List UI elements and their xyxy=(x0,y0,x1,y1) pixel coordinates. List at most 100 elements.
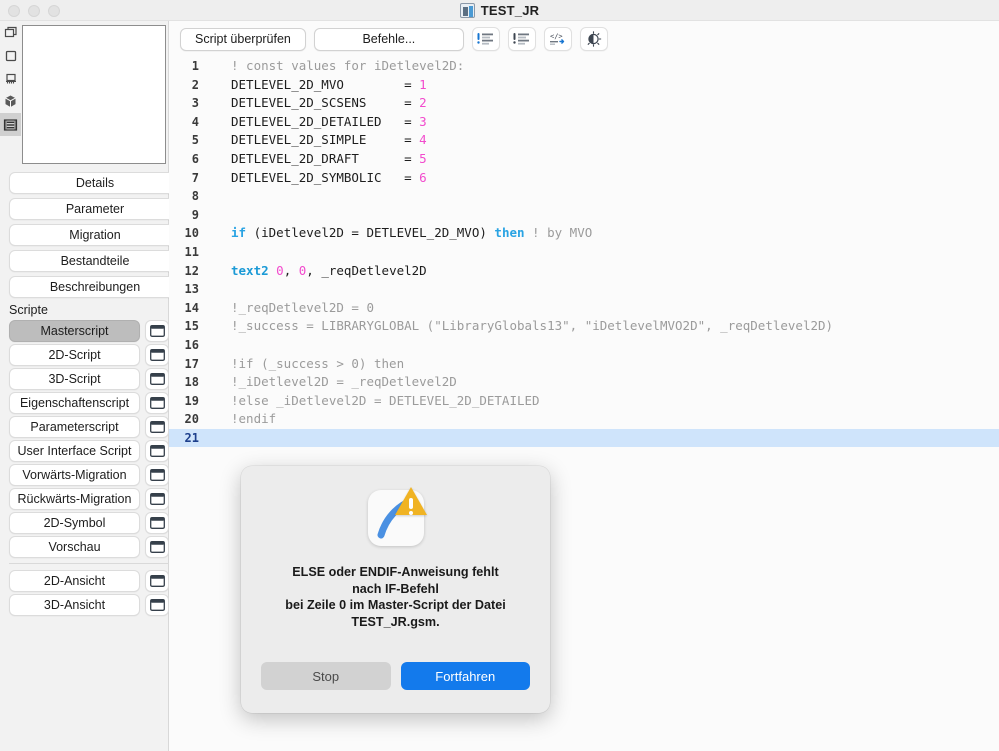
gdl-object-icon xyxy=(459,3,475,18)
code-line[interactable]: 5 DETLEVEL_2D_SIMPLE = 4 xyxy=(169,131,999,150)
line-number: 1 xyxy=(191,59,199,73)
warning-exclamation-bar xyxy=(408,498,413,509)
code-line[interactable]: 16 xyxy=(169,336,999,355)
code-line[interactable]: 13 xyxy=(169,280,999,299)
script-button-vorwaerts-migration[interactable]: Vorwärts-Migration xyxy=(9,464,140,486)
view-button-3d-ansicht[interactable]: 3D-Ansicht xyxy=(9,594,140,616)
code-line[interactable]: 9 xyxy=(169,206,999,225)
open-window-button-3d-ansicht[interactable] xyxy=(145,594,169,616)
check-script-label: Script überprüfen xyxy=(195,32,291,46)
stop-button[interactable]: Stop xyxy=(261,662,391,690)
code-line[interactable]: 20 !endif xyxy=(169,410,999,429)
script-row-2d-symbol: 2D-Symbol xyxy=(9,512,169,534)
code-line[interactable]: 14 !_reqDetlevel2D = 0 xyxy=(169,299,999,318)
script-button-3d-script[interactable]: 3D-Script xyxy=(9,368,140,390)
commands-button[interactable]: Befehle... xyxy=(313,27,464,51)
panel-button-migration[interactable]: Migration xyxy=(9,224,181,246)
errors-list-icon[interactable] xyxy=(507,27,536,51)
rail-item-film[interactable] xyxy=(0,113,21,136)
warnings-list-icon[interactable] xyxy=(471,27,500,51)
rail-item-shape[interactable] xyxy=(0,44,21,67)
code-token-plain: = xyxy=(381,169,420,185)
code-line[interactable]: 11 xyxy=(169,243,999,262)
code-line[interactable]: 18 !_iDetlevel2D = _reqDetlevel2D xyxy=(169,373,999,392)
script-button-masterscript[interactable]: Masterscript xyxy=(9,320,140,342)
open-window-button-2d-ansicht[interactable] xyxy=(145,570,169,592)
script-button-label: 2D-Script xyxy=(48,348,101,362)
code-token-plain: (iDetlevel2D = DETLEVEL_2D_MVO) xyxy=(246,225,495,241)
object-settings-panel: Details Parameter Migration Bestandteile… xyxy=(9,21,181,751)
panel-button-label: Details xyxy=(75,176,115,190)
script-button-vorschau[interactable]: Vorschau xyxy=(9,536,140,558)
script-row-3d-script: 3D-Script xyxy=(9,368,169,390)
code-line[interactable]: 8 xyxy=(169,187,999,206)
line-number: 12 xyxy=(184,263,199,278)
script-button-parameterscript[interactable]: Parameterscript xyxy=(9,416,140,438)
code-line[interactable]: 19 !else _iDetlevel2D = DETLEVEL_2D_DETAI… xyxy=(169,392,999,411)
code-line[interactable]: 12 text2 0, 0, _reqDetlevel2D xyxy=(169,262,999,281)
error-message-line-4: TEST_JR.gsm. xyxy=(351,614,440,629)
code-text: DETLEVEL_2D_DRAFT = 5 xyxy=(209,150,999,169)
script-button-label: Eigenschaftenscript xyxy=(19,396,130,410)
rail-item-select[interactable] xyxy=(0,21,21,44)
line-number: 9 xyxy=(191,207,199,222)
open-window-button-vorwaerts-migration[interactable] xyxy=(145,464,169,486)
line-number: 5 xyxy=(191,133,199,148)
code-line[interactable]: 15 !_success = LIBRARYGLOBAL ("LibraryGlo… xyxy=(169,317,999,336)
view-button-2d-ansicht[interactable]: 2D-Ansicht xyxy=(9,570,140,592)
line-number: 10 xyxy=(184,226,199,241)
open-window-button-parameterscript[interactable] xyxy=(145,416,169,438)
script-button-user-interface-script[interactable]: User Interface Script xyxy=(9,440,140,462)
object-preview[interactable] xyxy=(22,25,166,164)
code-line[interactable]: 7 DETLEVEL_2D_SYMBOLIC = 6 xyxy=(169,169,999,188)
code-token-kw: then xyxy=(494,225,525,241)
code-line[interactable]: 4 DETLEVEL_2D_DETAILED = 3 xyxy=(169,113,999,132)
code-line[interactable]: 2 DETLEVEL_2D_MVO = 1 xyxy=(169,76,999,95)
script-button-rueckwaerts-migration[interactable]: Rückwärts-Migration xyxy=(9,488,140,510)
code-line[interactable]: 17 !if (_success > 0) then xyxy=(169,355,999,374)
error-message-line-3: bei Zeile 0 im Master-Script der Datei xyxy=(285,598,506,612)
open-window-button-masterscript[interactable] xyxy=(145,320,169,342)
open-window-button-2d-script[interactable] xyxy=(145,344,169,366)
code-text: ! const values for iDetlevel2D: xyxy=(209,57,999,76)
script-button-label: Vorwärts-Migration xyxy=(22,468,127,482)
panel-button-beschreibungen[interactable]: Beschreibungen xyxy=(9,276,181,298)
panel-button-parameter[interactable]: Parameter xyxy=(9,198,181,220)
open-window-button-3d-script[interactable] xyxy=(145,368,169,390)
line-number: 16 xyxy=(184,337,199,352)
open-window-button-vorschau[interactable] xyxy=(145,536,169,558)
continue-button[interactable]: Fortfahren xyxy=(400,662,530,690)
rail-item-cube[interactable] xyxy=(0,90,21,113)
rail-item-stamp[interactable] xyxy=(0,67,21,90)
script-button-label: Rückwärts-Migration xyxy=(17,492,132,506)
code-line[interactable]: 1 ! const values for iDetlevel2D: xyxy=(169,57,999,76)
panel-button-list: Details Parameter Migration Bestandteile… xyxy=(9,172,181,618)
contrast-icon[interactable] xyxy=(579,27,608,51)
panel-button-details[interactable]: Details xyxy=(9,172,181,194)
code-line[interactable]: 10 if (iDetlevel2D = DETLEVEL_2D_MVO) the… xyxy=(169,224,999,243)
svg-text:</>: </> xyxy=(550,32,563,40)
open-window-button-eigenschaftenscript[interactable] xyxy=(145,392,169,414)
commands-label: Befehle... xyxy=(362,32,416,46)
panel-button-bestandteile[interactable]: Bestandteile xyxy=(9,250,181,272)
script-button-2d-script[interactable]: 2D-Script xyxy=(9,344,140,366)
line-number: 18 xyxy=(184,375,199,390)
script-button-eigenschaftenscript[interactable]: Eigenschaftenscript xyxy=(9,392,140,414)
code-snippet-icon[interactable]: </> xyxy=(543,27,572,51)
open-window-button-rueckwaerts-migration[interactable] xyxy=(145,488,169,510)
code-text: DETLEVEL_2D_MVO = 1 xyxy=(209,76,999,95)
check-script-button[interactable]: Script überprüfen xyxy=(180,27,306,51)
open-window-button-2d-symbol[interactable] xyxy=(145,512,169,534)
code-text: !else _iDetlevel2D = DETLEVEL_2D_DETAILE… xyxy=(209,392,999,411)
code-line[interactable]: 21 xyxy=(169,428,999,448)
code-lines: 1 ! const values for iDetlevel2D: 2 DETLEVE… xyxy=(169,57,999,448)
open-window-button-user-interface-script[interactable] xyxy=(145,440,169,462)
code-line[interactable]: 6 DETLEVEL_2D_DRAFT = 5 xyxy=(169,150,999,169)
code-token-kw: if xyxy=(231,225,247,241)
code-line[interactable]: 3 DETLEVEL_2D_SCSENS = 2 xyxy=(169,94,999,113)
script-row-parameterscript: Parameterscript xyxy=(9,416,169,438)
script-button-2d-symbol[interactable]: 2D-Symbol xyxy=(9,512,140,534)
code-token-num: 3 xyxy=(419,113,427,129)
